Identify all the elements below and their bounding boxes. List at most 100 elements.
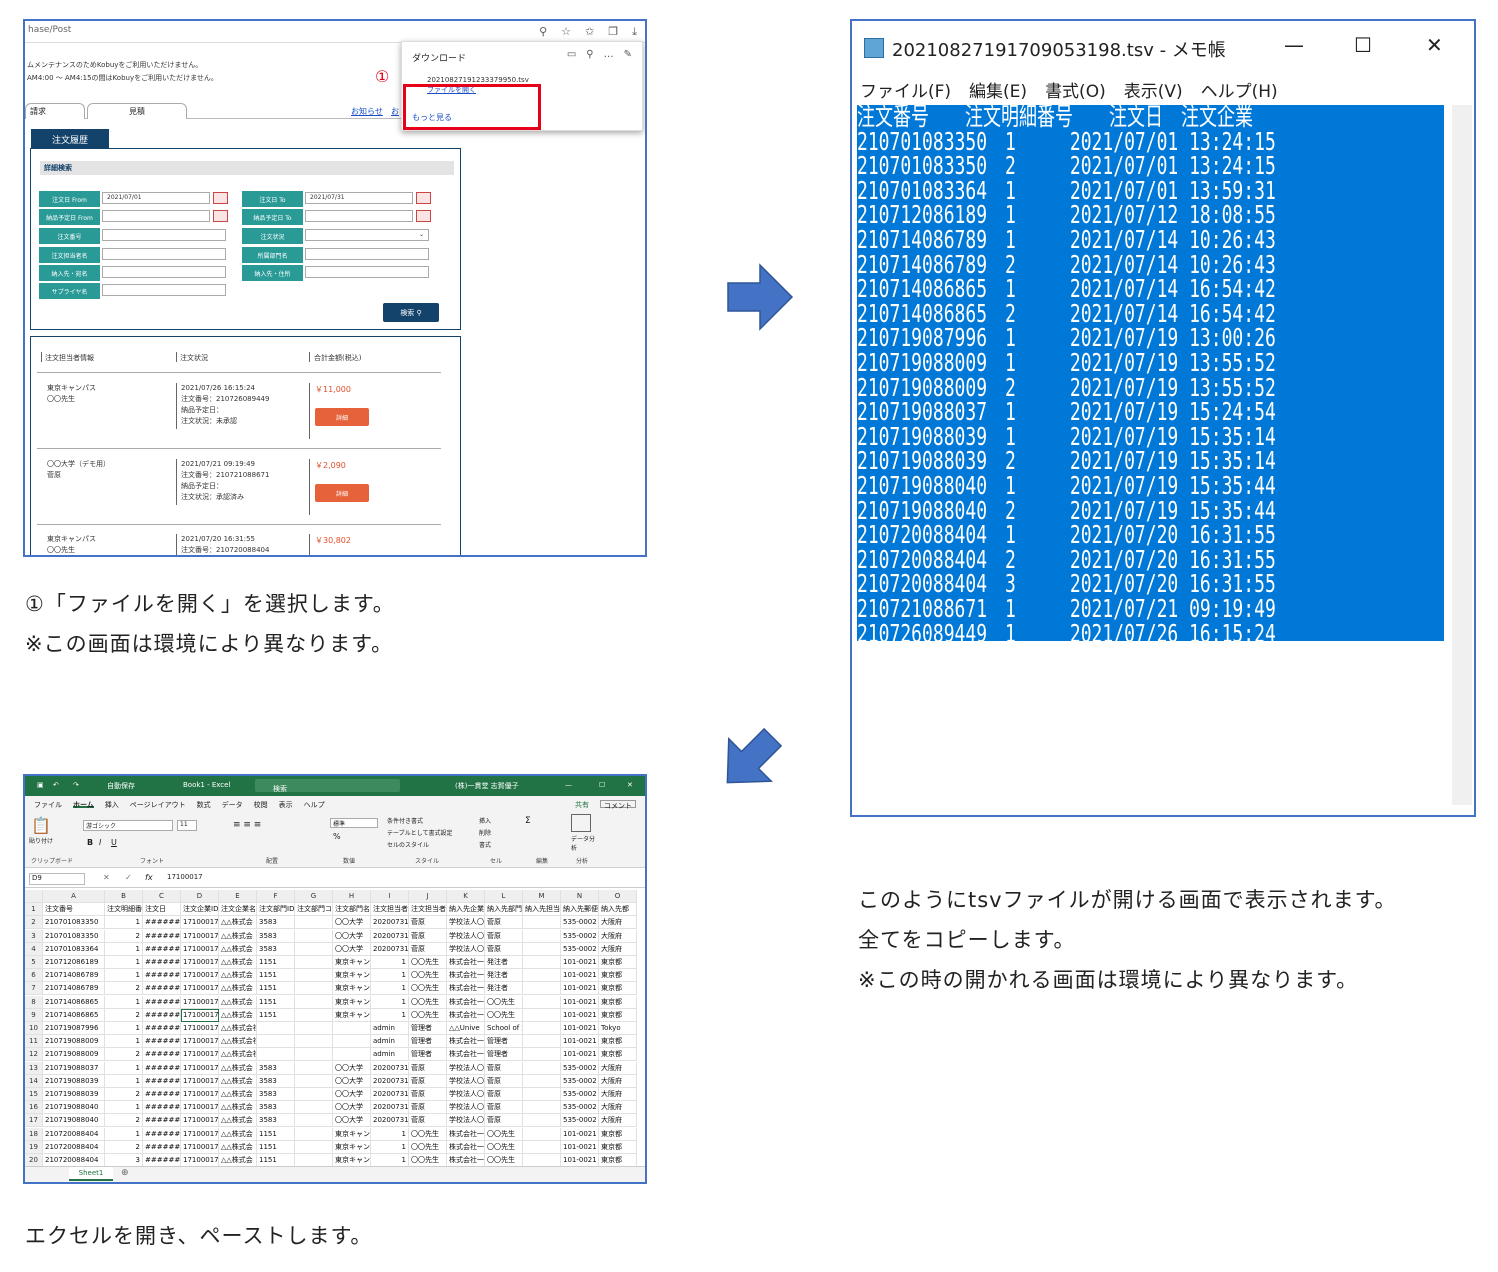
cell[interactable]: 20200731 <box>371 1088 409 1101</box>
cell[interactable]: △△株式会 <box>219 1140 257 1154</box>
cell[interactable]: 210720088404 <box>43 1127 105 1141</box>
cell[interactable]: 菅原 <box>485 1101 523 1115</box>
cell[interactable]: 納入先担当 <box>523 903 561 917</box>
cell[interactable]: ######## <box>143 956 181 969</box>
cell[interactable]: 17100017 <box>181 995 219 1009</box>
cell[interactable] <box>523 1048 561 1062</box>
cell[interactable]: 〇〇先生 <box>485 1008 523 1022</box>
cell[interactable]: 2 <box>105 982 143 996</box>
cell[interactable]: 101-0021 <box>561 1022 599 1035</box>
redo-icon[interactable]: ↷ <box>73 781 79 789</box>
cell[interactable]: 17100017 <box>181 1048 219 1062</box>
cell[interactable]: 535-0002 <box>561 1088 599 1101</box>
cell[interactable] <box>523 982 561 996</box>
order-date-from-input[interactable]: 2021/07/01 <box>102 192 210 204</box>
excel-search[interactable]: 検索 <box>255 779 400 793</box>
cell[interactable]: 17100017 <box>181 1088 219 1101</box>
cell[interactable]: 535-0002 <box>561 1061 599 1075</box>
cell[interactable]: 大阪府 <box>599 1114 637 1128</box>
cell[interactable]: △△Unive <box>447 1022 485 1035</box>
cell[interactable]: 〇〇大学 <box>333 1074 371 1088</box>
search-icon[interactable]: ⚲ <box>586 49 593 60</box>
cell[interactable]: 1 <box>105 1022 143 1035</box>
search-button[interactable]: 検索 ⚲ <box>383 303 439 322</box>
cell[interactable] <box>523 1140 561 1154</box>
cell[interactable]: Tokyo <box>599 1022 637 1035</box>
cell[interactable]: 1151 <box>257 1140 295 1154</box>
cell[interactable] <box>295 916 333 930</box>
autosave-label[interactable]: 自動保存 <box>107 781 135 791</box>
cell-styles-button[interactable]: セルのスタイル <box>387 840 429 849</box>
paste-icon[interactable]: 📋 <box>31 816 51 835</box>
cell[interactable]: 発注者 <box>485 969 523 983</box>
zoom-icon[interactable]: ⚲ <box>539 25 547 39</box>
cell[interactable]: 注文日 <box>143 903 181 917</box>
cell[interactable]: 〇〇先生 <box>409 1008 447 1022</box>
cell[interactable]: ######## <box>143 1035 181 1049</box>
row-header[interactable]: 14 <box>25 1074 43 1088</box>
cell[interactable] <box>295 929 333 943</box>
other-link[interactable]: お <box>391 106 399 117</box>
cell[interactable]: 17100017 <box>181 1101 219 1115</box>
row-header[interactable]: 18 <box>25 1127 43 1141</box>
cell[interactable]: 17100017 <box>181 1074 219 1088</box>
cell[interactable]: 菅原 <box>485 929 523 943</box>
column-header[interactable]: B <box>105 890 143 903</box>
row-header[interactable]: 15 <box>25 1088 43 1101</box>
cell[interactable]: 17100017 <box>181 982 219 996</box>
share-button[interactable]: 共有 <box>575 800 589 809</box>
cell[interactable]: 3583 <box>257 1061 295 1075</box>
cell[interactable] <box>523 1074 561 1088</box>
cell[interactable]: 注文企業名 <box>219 903 257 917</box>
cell[interactable]: 210712086189 <box>43 956 105 969</box>
calendar-icon[interactable] <box>416 210 431 222</box>
cell[interactable]: 210714086865 <box>43 1008 105 1022</box>
cell[interactable]: 管理者 <box>409 1048 447 1062</box>
cell[interactable]: ######## <box>143 1074 181 1088</box>
cell[interactable]: ######## <box>143 929 181 943</box>
cell[interactable]: 注文担当者 <box>409 903 447 917</box>
collections-icon[interactable]: ❐ <box>608 25 618 39</box>
cell[interactable]: ######## <box>143 942 181 956</box>
tab-data[interactable]: データ <box>222 800 243 809</box>
cell[interactable]: 20200731 <box>371 1101 409 1115</box>
column-header[interactable]: F <box>257 890 295 903</box>
cell[interactable]: 菅原 <box>409 1101 447 1115</box>
cell[interactable]: 210720088404 <box>43 1154 105 1166</box>
folder-icon[interactable]: ▭ <box>567 49 576 60</box>
row-header[interactable]: 6 <box>25 969 43 983</box>
row-header[interactable]: 7 <box>25 982 43 996</box>
cell[interactable]: 菅原 <box>485 1061 523 1075</box>
menu-help[interactable]: ヘルプ(H) <box>1201 77 1278 102</box>
autosum-icon[interactable]: Σ <box>525 816 531 826</box>
cell[interactable]: 2 <box>105 1088 143 1101</box>
cell[interactable]: 東京都 <box>599 1154 637 1166</box>
cell[interactable]: △△株式会 <box>219 929 257 943</box>
cell[interactable]: 東京キャン <box>333 995 371 1009</box>
cell[interactable]: 〇〇先生 <box>485 995 523 1009</box>
cell[interactable]: 〇〇先生 <box>409 982 447 996</box>
insert-button[interactable]: 挿入 <box>479 816 491 825</box>
cell[interactable]: 学校法人〇〇大学 <box>447 942 485 956</box>
italic-icon[interactable]: I <box>99 838 101 847</box>
cell[interactable]: 〇〇大学 <box>333 942 371 956</box>
menu-format[interactable]: 書式(O) <box>1045 77 1106 102</box>
cell[interactable]: 菅原 <box>485 1074 523 1088</box>
underline-icon[interactable]: U <box>111 838 117 847</box>
cell[interactable]: ######## <box>143 1101 181 1115</box>
cancel-icon[interactable]: ✕ <box>103 873 110 882</box>
cell[interactable]: 1 <box>371 969 409 983</box>
name-box[interactable]: D9 <box>29 873 85 885</box>
cell[interactable] <box>295 982 333 996</box>
cell[interactable] <box>295 1127 333 1141</box>
cell[interactable]: 納入先企業 <box>447 903 485 917</box>
cell[interactable]: 101-0021 <box>561 982 599 996</box>
row-header[interactable]: 8 <box>25 995 43 1009</box>
order-no-input[interactable] <box>102 229 226 241</box>
cell[interactable]: 17100017 <box>181 1061 219 1075</box>
cell[interactable] <box>523 1022 561 1035</box>
row-header[interactable]: 10 <box>25 1022 43 1035</box>
cell[interactable]: 東京キャン <box>333 956 371 969</box>
cell[interactable]: 3583 <box>257 929 295 943</box>
column-header[interactable]: H <box>333 890 371 903</box>
